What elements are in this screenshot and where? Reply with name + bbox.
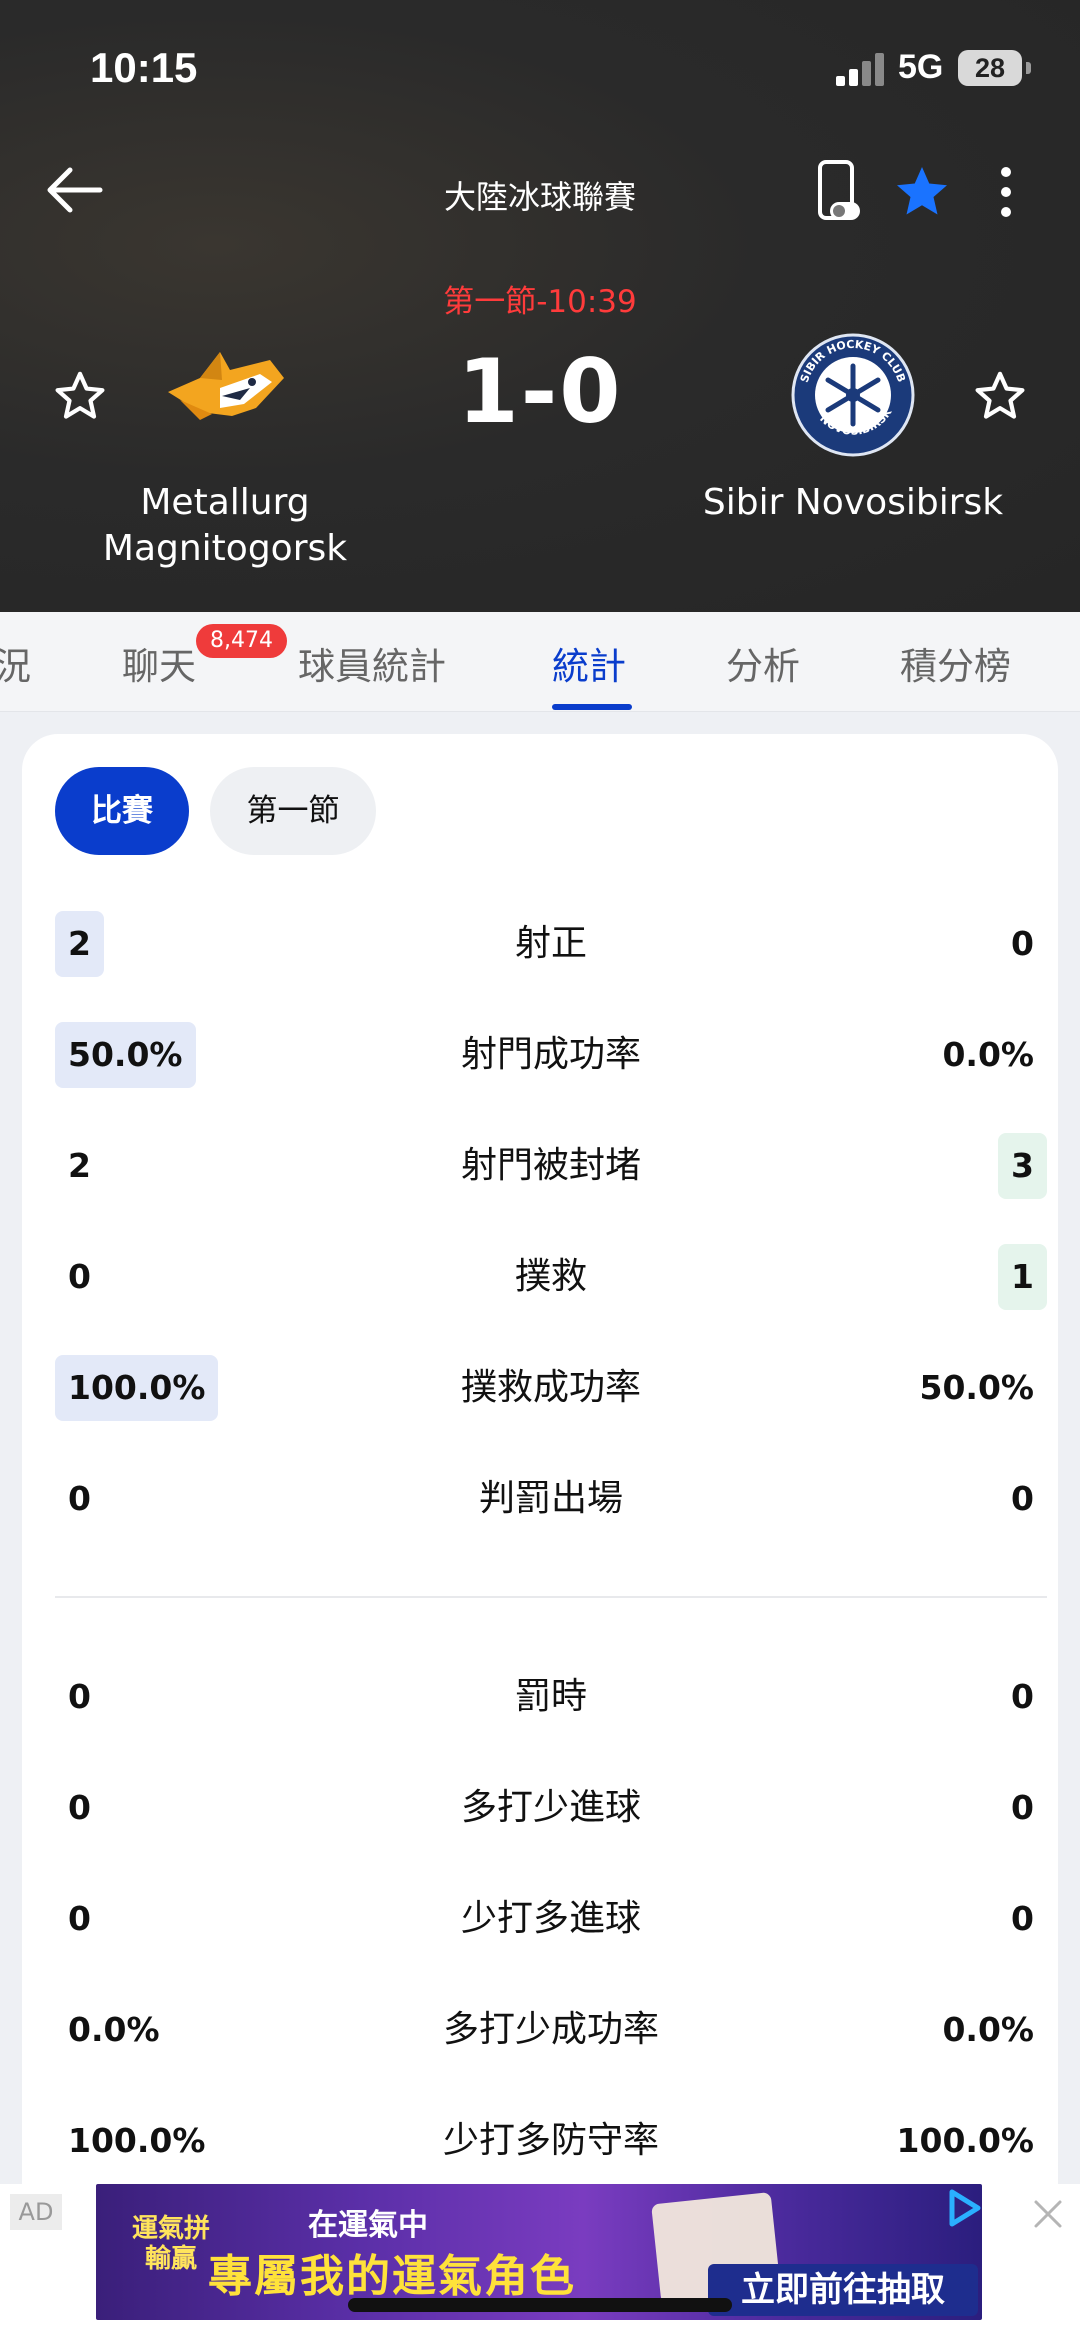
- battery-icon: 28: [958, 50, 1031, 86]
- stat-label: 少打多防守率: [442, 2120, 659, 2161]
- section-divider: [55, 1596, 1047, 1598]
- stat-row: 50.0% 射門成功率 0.0%: [55, 1022, 1047, 1088]
- stat-label: 撲救成功率: [460, 1367, 641, 1408]
- stat-row: 2 射門被封堵 3: [55, 1133, 1047, 1199]
- home-stat-value: 0: [68, 1788, 91, 1827]
- home-stat-value: 0: [68, 1899, 91, 1938]
- stat-label: 撲救: [514, 1256, 587, 1297]
- ad-tagline: 在運氣中: [308, 2208, 428, 2243]
- score: 1-0: [457, 340, 623, 443]
- home-stat-value: 100.0%: [55, 1355, 219, 1421]
- stat-label: 射門被封堵: [460, 1145, 641, 1186]
- stats-card: 比賽 第一節 2 射正 0 50.0% 射門成功率 0.0% 2 射門被封堵 3…: [22, 734, 1058, 2194]
- away-stat-value: 50.0%: [919, 1368, 1035, 1407]
- stat-label: 罰時: [514, 1676, 587, 1717]
- tab-analysis[interactable]: 分析: [726, 636, 800, 690]
- stat-row: 100.0% 少打多防守率 100.0%: [55, 2108, 1047, 2174]
- stat-label: 少打多進球: [460, 1898, 641, 1939]
- away-stat-value: 0.0%: [942, 1035, 1034, 1074]
- away-team-logo: SIBIR HOCKEY CLUB NOVOSIBIRSK: [788, 330, 918, 460]
- home-stat-value: 2: [68, 1146, 91, 1185]
- close-icon[interactable]: [1030, 2196, 1066, 2232]
- period-clock: 第一節-10:39: [443, 284, 637, 320]
- filter-match-button[interactable]: 比賽: [55, 767, 189, 855]
- chat-count-badge: 8,474: [196, 624, 287, 658]
- stat-row: 0.0% 多打少成功率 0.0%: [55, 1997, 1047, 2063]
- stat-label: 多打少成功率: [442, 2009, 659, 2050]
- stat-row: 0 多打少進球 0: [55, 1775, 1047, 1841]
- favorite-star-icon[interactable]: [892, 162, 952, 222]
- match-header: 10:15 5G 28 大陸冰球聯賽 第一節-10:39 1-0 Metallu…: [0, 0, 1080, 612]
- home-team-logo: [160, 330, 290, 460]
- ad-choices-icon[interactable]: [944, 2188, 984, 2228]
- home-stat-value: 0: [68, 1479, 91, 1518]
- away-favorite-star-icon[interactable]: [972, 368, 1028, 424]
- ad-brand: 運氣拼輸贏: [131, 2214, 210, 2274]
- filter-period1-button[interactable]: 第一節: [210, 767, 376, 855]
- ad-headline: 專屬我的運氣角色: [208, 2251, 576, 2302]
- away-stat-value: 3: [998, 1133, 1047, 1199]
- away-team-name: Sibir Novosibirsk: [702, 482, 1004, 523]
- home-stat-value: 2: [55, 911, 104, 977]
- home-team-name: Metallurg Magnitogorsk: [102, 482, 348, 569]
- away-stat-value: 0: [1011, 1788, 1034, 1827]
- active-tab-indicator: [552, 704, 632, 710]
- tab-bar: 況 聊天 球員統計 統計 分析 積分榜: [0, 612, 1080, 712]
- status-time: 10:15: [90, 44, 198, 91]
- away-stat-value: 100.0%: [896, 2121, 1034, 2160]
- away-stat-value: 0: [1011, 924, 1034, 963]
- away-stat-value: 0: [1011, 1479, 1034, 1518]
- home-stat-value: 0.0%: [68, 2010, 160, 2049]
- home-indicator: [348, 2298, 732, 2312]
- phone-toggle-icon[interactable]: [816, 160, 864, 224]
- stat-row: 0 罰時 0: [55, 1664, 1047, 1730]
- tab-chat[interactable]: 聊天: [122, 636, 196, 690]
- back-arrow-icon[interactable]: [40, 160, 112, 220]
- stat-row: 0 判罰出場 0: [55, 1466, 1047, 1532]
- stat-label: 射正: [514, 923, 587, 964]
- away-stat-value: 0: [1011, 1677, 1034, 1716]
- tab-overview[interactable]: 況: [0, 636, 31, 690]
- stat-label: 多打少進球: [460, 1787, 641, 1828]
- tab-stats[interactable]: 統計: [552, 636, 626, 690]
- stat-row: 0 少打多進球 0: [55, 1886, 1047, 1952]
- ad-bar: AD 運氣拼輸贏 在運氣中 專屬我的運氣角色 立即前往抽取: [0, 2184, 1080, 2337]
- ad-cta-button[interactable]: 立即前往抽取: [708, 2264, 978, 2316]
- stat-row: 2 射正 0: [55, 911, 1047, 977]
- status-bar: 10:15 5G 28: [0, 0, 1080, 130]
- away-stat-value: 0: [1011, 1899, 1034, 1938]
- stat-row: 0 撲救 1: [55, 1244, 1047, 1310]
- league-title: 大陸冰球聯賽: [443, 178, 636, 216]
- home-stat-value: 100.0%: [68, 2121, 206, 2160]
- home-stat-value: 0: [68, 1257, 91, 1296]
- tab-standings[interactable]: 積分榜: [900, 636, 1011, 690]
- network-type: 5G: [898, 48, 944, 86]
- home-stat-value: 0: [68, 1677, 91, 1716]
- stat-label: 判罰出場: [478, 1478, 623, 1519]
- ad-label: AD: [10, 2194, 62, 2230]
- home-stat-value: 50.0%: [55, 1022, 196, 1088]
- tab-player-stats[interactable]: 球員統計: [298, 636, 446, 690]
- cell-signal-icon: [836, 52, 888, 86]
- stat-label: 射門成功率: [460, 1034, 641, 1075]
- away-stat-value: 0.0%: [942, 2010, 1034, 2049]
- home-favorite-star-icon[interactable]: [52, 368, 108, 424]
- more-options-icon[interactable]: [984, 160, 1028, 224]
- stat-row: 100.0% 撲救成功率 50.0%: [55, 1355, 1047, 1421]
- away-stat-value: 1: [998, 1244, 1047, 1310]
